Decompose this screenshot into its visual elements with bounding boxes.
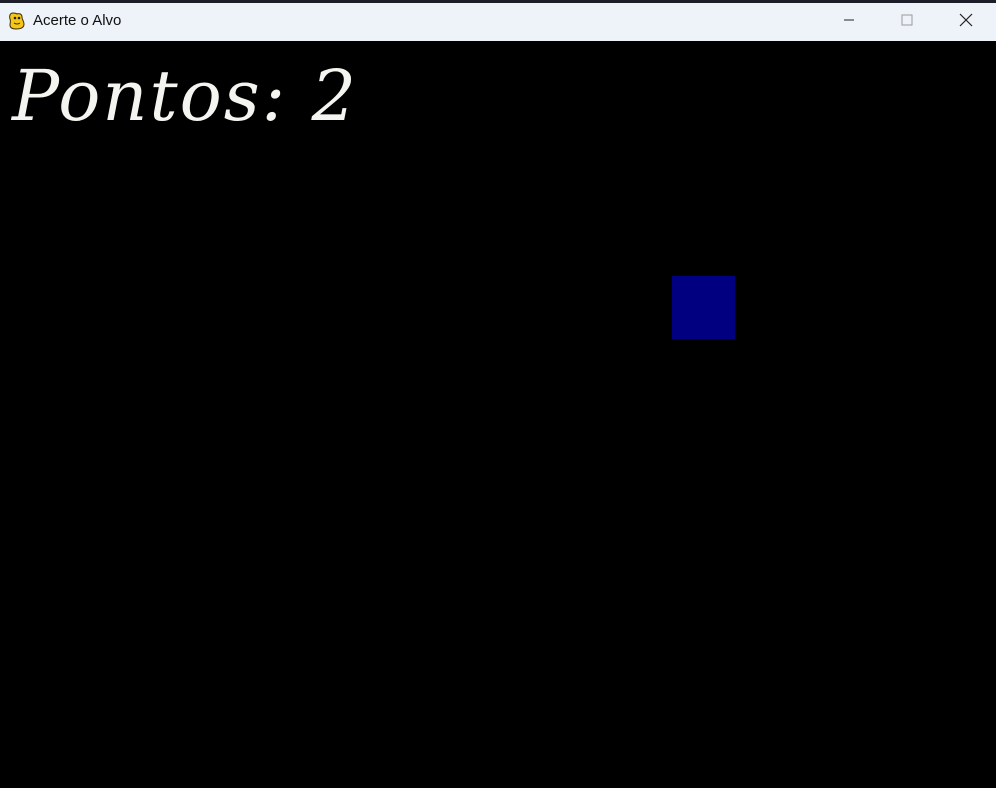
game-canvas[interactable]: Pontos: 2 <box>0 41 996 788</box>
minimize-icon <box>843 13 855 31</box>
maximize-button[interactable] <box>878 3 936 41</box>
pygame-snake-icon <box>7 11 27 31</box>
target-square[interactable] <box>672 276 735 339</box>
minimize-button[interactable] <box>820 3 878 41</box>
score-label: Pontos: 2 <box>12 55 359 137</box>
maximize-icon <box>901 13 913 31</box>
game-window: Acerte o Alvo Pontos: 2 <box>0 0 996 788</box>
close-icon <box>959 13 973 32</box>
window-title: Acerte o Alvo <box>33 12 122 29</box>
close-button[interactable] <box>937 3 995 41</box>
title-bar[interactable]: Acerte o Alvo <box>0 0 996 41</box>
